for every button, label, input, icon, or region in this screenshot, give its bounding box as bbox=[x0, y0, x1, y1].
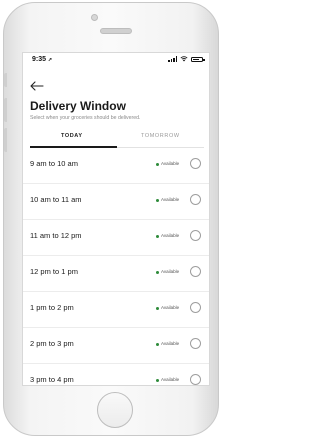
slot-row[interactable]: 11 am to 12 pm Available bbox=[23, 220, 209, 256]
status-time: 9:35 ➚ bbox=[32, 56, 52, 63]
slot-row[interactable]: 12 pm to 1 pm Available bbox=[23, 256, 209, 292]
status-bar: 9:35 ➚ bbox=[23, 53, 209, 67]
status-icons bbox=[168, 56, 205, 62]
slot-row[interactable]: 1 pm to 2 pm Available bbox=[23, 292, 209, 328]
slot-label: 10 am to 11 am bbox=[30, 195, 82, 204]
slot-status: Available bbox=[161, 161, 180, 166]
tab-today[interactable]: TODAY bbox=[61, 133, 83, 139]
front-camera bbox=[91, 14, 98, 21]
slot-label: 12 pm to 1 pm bbox=[30, 267, 78, 276]
slot-radio-button[interactable] bbox=[190, 158, 201, 169]
slot-label: 2 pm to 3 pm bbox=[30, 339, 74, 348]
earpiece-speaker bbox=[100, 28, 132, 34]
slot-radio-button[interactable] bbox=[190, 230, 201, 241]
available-dot-icon bbox=[156, 235, 159, 238]
slot-radio-button[interactable] bbox=[190, 194, 201, 205]
slot-status: Available bbox=[161, 269, 180, 274]
slot-row[interactable]: 9 am to 10 am Available bbox=[23, 148, 209, 184]
app-screen: 9:35 ➚ Delivery Window Select when your … bbox=[22, 52, 210, 386]
volume-down-button bbox=[4, 128, 7, 152]
page-subtitle: Select when your groceries should be del… bbox=[30, 115, 141, 121]
slot-radio-button[interactable] bbox=[190, 374, 201, 385]
available-dot-icon bbox=[156, 199, 159, 202]
slot-status: Available bbox=[161, 197, 180, 202]
available-dot-icon bbox=[156, 307, 159, 310]
signal-icon bbox=[168, 56, 177, 62]
battery-level bbox=[193, 58, 200, 60]
location-arrow-icon: ➚ bbox=[48, 57, 53, 63]
back-arrow-icon[interactable] bbox=[30, 81, 44, 91]
slot-status: Available bbox=[161, 305, 180, 310]
slot-label: 1 pm to 2 pm bbox=[30, 303, 74, 312]
available-dot-icon bbox=[156, 343, 159, 346]
slot-label: 9 am to 10 am bbox=[30, 159, 78, 168]
available-dot-icon bbox=[156, 271, 159, 274]
slot-radio-button[interactable] bbox=[190, 266, 201, 277]
slot-row[interactable]: 3 pm to 4 pm Available bbox=[23, 364, 209, 385]
battery-icon bbox=[191, 56, 205, 62]
slot-status: Available bbox=[161, 341, 180, 346]
slot-radio-button[interactable] bbox=[190, 302, 201, 313]
page-title: Delivery Window bbox=[30, 99, 126, 113]
slot-label: 11 am to 12 pm bbox=[30, 231, 82, 240]
wifi-icon bbox=[180, 56, 188, 62]
slot-status: Available bbox=[161, 233, 180, 238]
slot-status: Available bbox=[161, 377, 180, 382]
home-button[interactable] bbox=[97, 392, 133, 428]
available-dot-icon bbox=[156, 163, 159, 166]
slot-row[interactable]: 10 am to 11 am Available bbox=[23, 184, 209, 220]
slot-label: 3 pm to 4 pm bbox=[30, 375, 74, 384]
tab-tomorrow[interactable]: TOMORROW bbox=[141, 133, 180, 139]
slot-radio-button[interactable] bbox=[190, 338, 201, 349]
status-time-text: 9:35 bbox=[32, 56, 47, 63]
available-dot-icon bbox=[156, 379, 159, 382]
mute-switch bbox=[4, 73, 7, 87]
slot-row[interactable]: 2 pm to 3 pm Available bbox=[23, 328, 209, 364]
phone-frame: 9:35 ➚ Delivery Window Select when your … bbox=[3, 2, 219, 436]
day-tabs: TODAY TOMORROW bbox=[30, 130, 204, 148]
volume-up-button bbox=[4, 98, 7, 122]
